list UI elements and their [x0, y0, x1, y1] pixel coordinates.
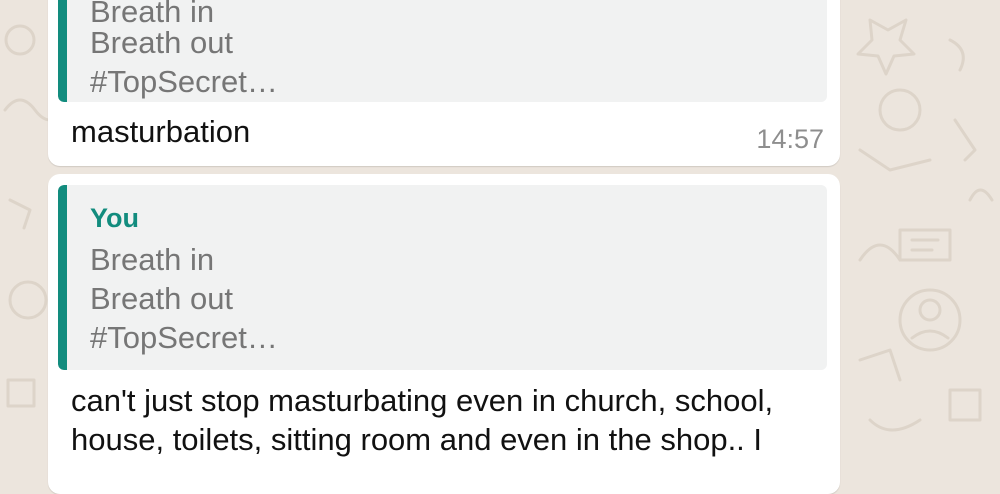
quoted-message[interactable]: Breath in Breath out #TopSecret… [58, 0, 827, 102]
message-text-line: can't just stop masturbating even in chu… [71, 383, 774, 418]
quoted-line: #TopSecret… [90, 64, 278, 99]
quoted-line: #TopSecret… [90, 320, 278, 355]
quoted-line: Breath out [90, 25, 234, 60]
message-timestamp: 14:57 [756, 124, 824, 154]
quoted-line: Breath out [90, 281, 234, 316]
message-text-line: house, toilets, sitting room and even in… [71, 422, 763, 457]
message-text: masturbation [71, 114, 251, 149]
quoted-sender-name: You [90, 203, 139, 233]
quoted-message[interactable]: You Breath in Breath out #TopSecret… [58, 185, 827, 370]
message-bubble[interactable]: Breath in Breath out #TopSecret… masturb… [48, 0, 840, 166]
quoted-line: Breath in [90, 242, 215, 277]
quote-accent-bar [58, 0, 67, 102]
quote-accent-bar [58, 185, 67, 370]
message-bubble[interactable]: You Breath in Breath out #TopSecret… can… [48, 174, 840, 494]
